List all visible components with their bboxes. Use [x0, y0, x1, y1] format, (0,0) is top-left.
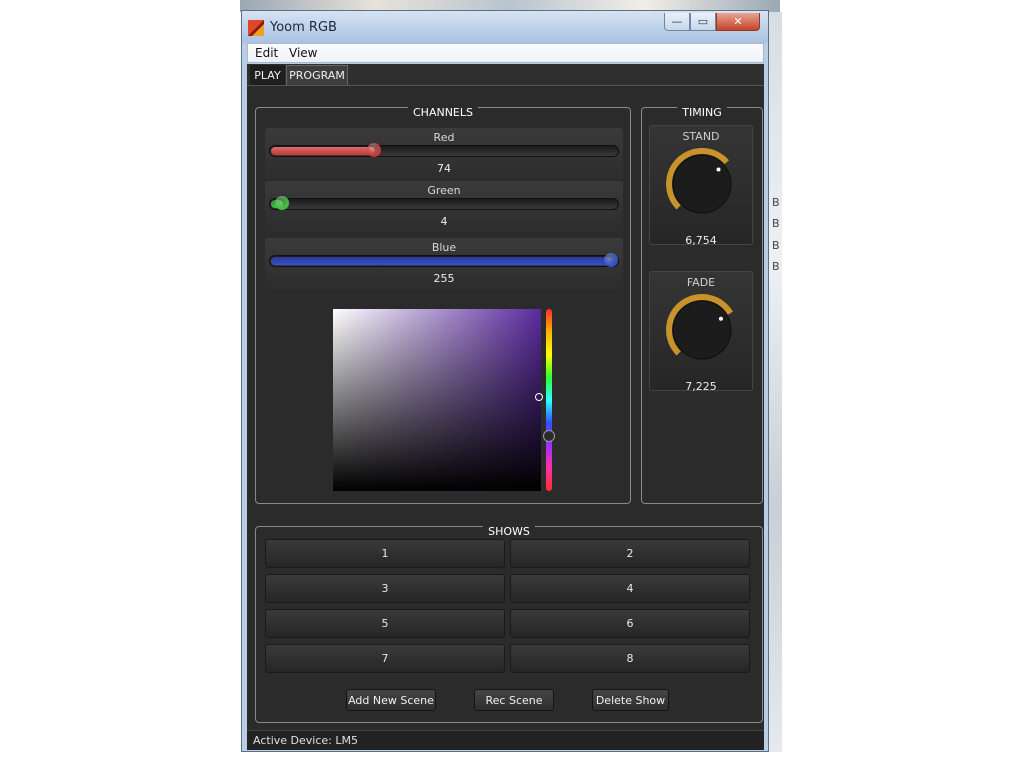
- menu-bar: Edit View: [247, 43, 764, 63]
- shows-title: SHOWS: [483, 525, 535, 538]
- close-button[interactable]: ✕: [716, 13, 760, 31]
- fade-label: FADE: [686, 276, 716, 289]
- tab-program[interactable]: PROGRAM: [286, 65, 348, 85]
- stand-label: STAND: [682, 130, 720, 143]
- desktop-background-right: B B B B: [768, 12, 782, 752]
- channels-title: CHANNELS: [408, 106, 478, 119]
- channel-label: Red: [433, 131, 455, 144]
- red-slider-thumb[interactable]: [366, 143, 381, 157]
- green-slider[interactable]: [269, 196, 619, 210]
- title-bar[interactable]: Yoom RGB — ▭ ✕: [242, 11, 768, 43]
- blue-slider-fill: [271, 257, 612, 265]
- fade-knob-body: [672, 300, 732, 360]
- app-icon: [248, 20, 264, 36]
- main-content: PLAY PROGRAM CHANNELS Red 74 Green 4 Blu…: [247, 64, 764, 750]
- green-slider-thumb[interactable]: [275, 196, 290, 210]
- timing-title: TIMING: [677, 106, 727, 119]
- channel-value: 74: [437, 162, 451, 175]
- show-button-4[interactable]: 4: [510, 574, 750, 603]
- timing-panel: TIMING STAND 6,754 FADE 7,225: [641, 106, 763, 504]
- red-slider-fill: [271, 147, 375, 155]
- menu-view[interactable]: View: [289, 46, 317, 60]
- blue-slider[interactable]: [269, 253, 619, 267]
- hue-slider[interactable]: [546, 309, 552, 491]
- background-text-fragment: B: [772, 196, 780, 209]
- maximize-button[interactable]: ▭: [690, 13, 716, 31]
- fade-knob[interactable]: [664, 292, 740, 368]
- rec-scene-button[interactable]: Rec Scene: [474, 689, 554, 711]
- fade-control: FADE 7,225: [649, 271, 753, 393]
- channels-panel: CHANNELS Red 74 Green 4 Blue 255: [255, 106, 631, 504]
- channel-red: Red 74: [265, 128, 623, 179]
- stand-knob-body: [672, 154, 732, 214]
- show-button-6[interactable]: 6: [510, 609, 750, 638]
- add-new-scene-button[interactable]: Add New Scene: [346, 689, 436, 711]
- delete-show-button[interactable]: Delete Show: [592, 689, 669, 711]
- minimize-button[interactable]: —: [664, 13, 690, 31]
- background-text-fragment: B: [772, 217, 780, 230]
- stand-knob[interactable]: [664, 146, 740, 222]
- channel-green: Green 4: [265, 181, 623, 232]
- blue-slider-thumb[interactable]: [604, 253, 618, 267]
- status-bar: Active Device: LM5: [247, 730, 764, 750]
- channel-label: Green: [427, 184, 461, 197]
- show-button-5[interactable]: 5: [265, 609, 505, 638]
- red-slider[interactable]: [269, 143, 619, 157]
- channel-value: 255: [433, 272, 455, 285]
- window-title: Yoom RGB: [270, 20, 337, 35]
- color-picker-area[interactable]: [333, 309, 543, 491]
- status-text: Active Device: LM5: [253, 734, 358, 747]
- tab-bar: PLAY PROGRAM: [247, 64, 764, 86]
- color-selection-ring[interactable]: [535, 393, 543, 401]
- background-text-fragment: B: [772, 260, 780, 273]
- fade-value: 7,225: [685, 380, 717, 393]
- shows-panel: SHOWS 1 2 3 4 5 6 7 8 Add New Scene Rec …: [255, 525, 763, 723]
- show-button-8[interactable]: 8: [510, 644, 750, 673]
- tab-play[interactable]: PLAY: [250, 65, 285, 85]
- menu-edit[interactable]: Edit: [255, 46, 278, 60]
- stand-knob-indicator: [716, 167, 721, 172]
- channel-label: Blue: [431, 241, 457, 254]
- app-window: Yoom RGB — ▭ ✕ Edit View PLAY PROGRAM CH…: [241, 10, 769, 752]
- show-button-1[interactable]: 1: [265, 539, 505, 568]
- channel-blue: Blue 255: [265, 238, 623, 289]
- window-controls: — ▭ ✕: [664, 13, 760, 31]
- show-button-2[interactable]: 2: [510, 539, 750, 568]
- show-button-3[interactable]: 3: [265, 574, 505, 603]
- fade-knob-indicator: [718, 316, 723, 321]
- show-button-7[interactable]: 7: [265, 644, 505, 673]
- stand-value: 6,754: [685, 234, 717, 247]
- stand-control: STAND 6,754: [649, 125, 753, 247]
- hue-slider-knob[interactable]: [543, 430, 555, 443]
- channel-value: 4: [440, 215, 448, 228]
- background-text-fragment: B: [772, 239, 780, 252]
